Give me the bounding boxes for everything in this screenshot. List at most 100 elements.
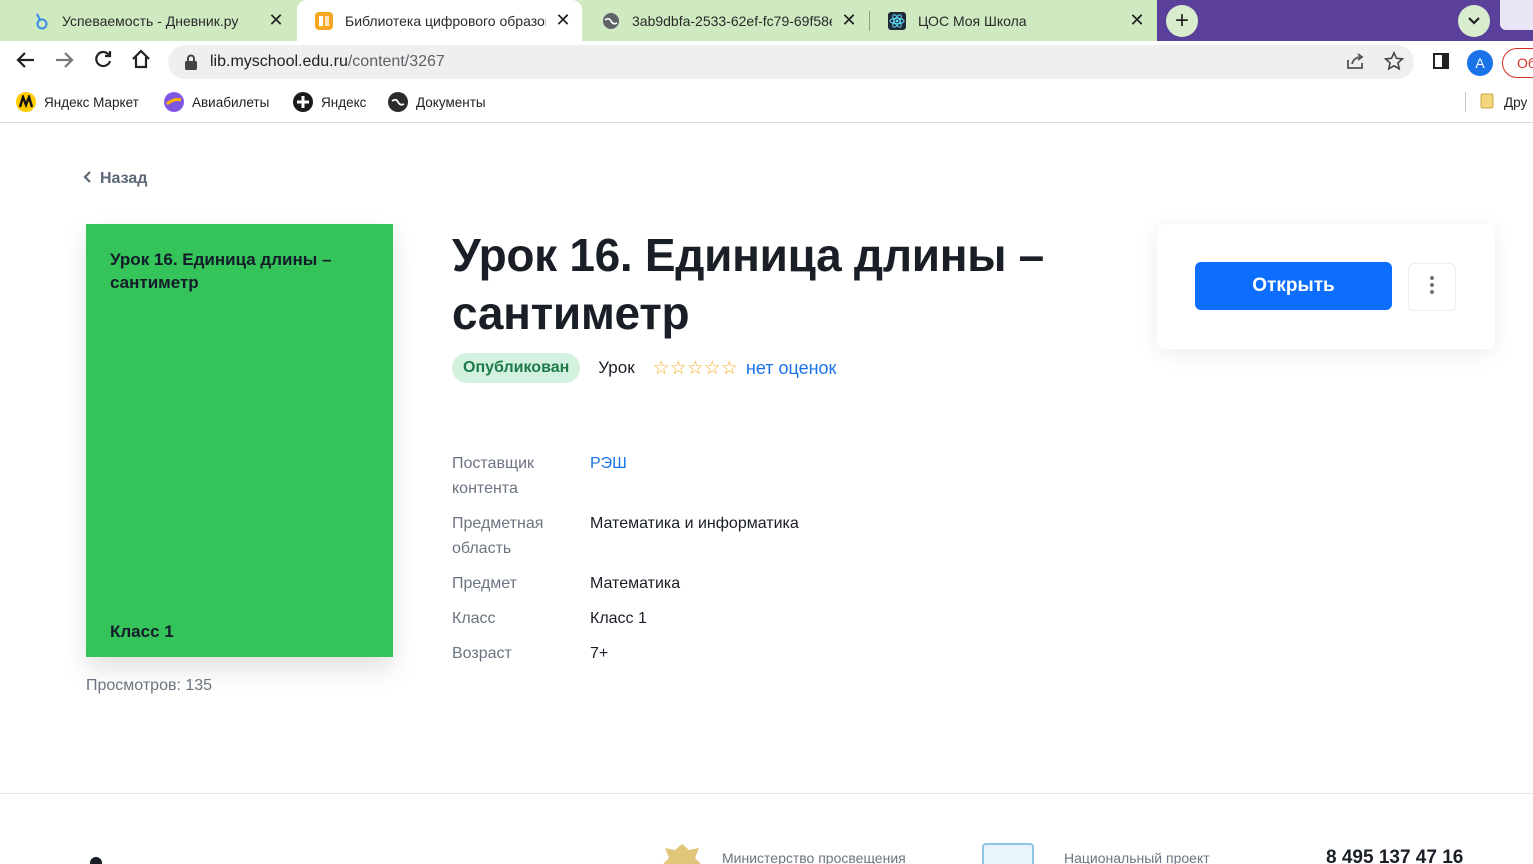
back-label: Назад xyxy=(100,169,148,187)
provider-link[interactable]: РЭШ xyxy=(590,451,972,501)
back-button[interactable] xyxy=(11,47,41,77)
info-label: Предметная область xyxy=(452,515,544,557)
tab-title: 3ab9dbfa-2533-62ef-fc79-69f58e xyxy=(632,12,832,29)
info-value: 7+ xyxy=(590,645,609,662)
globe-icon xyxy=(388,92,408,112)
info-label: Предмет xyxy=(452,575,517,592)
star-icon[interactable]: ☆ xyxy=(670,359,687,378)
close-icon[interactable]: ✕ xyxy=(1126,10,1148,32)
info-value: Класс 1 xyxy=(590,610,647,627)
yandex-market-icon xyxy=(16,92,36,112)
globe-icon xyxy=(602,12,620,30)
planet-icon xyxy=(164,92,184,112)
home-button[interactable] xyxy=(126,47,156,77)
views-count: Просмотров: 135 xyxy=(86,677,213,694)
footer-national-project[interactable]: Национальный проект xyxy=(1064,850,1210,864)
tab-uuid[interactable]: 3ab9dbfa-2533-62ef-fc79-69f58e ✕ xyxy=(584,0,868,41)
bookmark-label: Дру xyxy=(1504,94,1528,110)
more-options-button[interactable] xyxy=(1408,263,1456,311)
tab-strip: Успеваемость - Дневник.ру ✕ Библиотека ц… xyxy=(0,0,1533,41)
info-row-age: Возраст 7+ xyxy=(452,641,972,666)
bookmark-aviabilety[interactable]: Авиабилеты xyxy=(164,91,269,113)
bookmark-label: Документы xyxy=(416,94,486,110)
action-card: Открыть xyxy=(1157,224,1495,349)
info-label: Возраст xyxy=(452,645,512,662)
coat-of-arms-icon xyxy=(659,842,705,864)
cover-title: Урок 16. Единица длины – сантиметр xyxy=(110,250,332,292)
react-icon xyxy=(888,11,906,30)
chevron-left-icon xyxy=(82,168,92,189)
rating-link[interactable]: нет оценок xyxy=(746,358,837,379)
back-link[interactable]: Назад xyxy=(82,168,147,189)
profile-avatar[interactable]: A xyxy=(1467,50,1493,76)
folder-icon xyxy=(1480,93,1494,112)
star-bookmark-icon[interactable] xyxy=(1382,49,1406,73)
info-row-subject: Предмет Математика xyxy=(452,571,972,596)
lesson-cover: Урок 16. Единица длины – сантиметр Класс… xyxy=(86,224,393,657)
tab-title: Библиотека цифрового образов xyxy=(345,12,546,29)
side-panel-icon[interactable] xyxy=(1429,49,1453,73)
tab-title: ЦОС Моя Школа xyxy=(918,12,1027,29)
status-badge: Опубликован xyxy=(452,353,581,383)
tab-search-button[interactable] xyxy=(1458,5,1490,37)
lesson-meta: Опубликован Урок ☆ ☆ ☆ ☆ ☆ нет оценок xyxy=(452,353,836,383)
footer-logo[interactable] xyxy=(90,857,102,864)
star-icon[interactable]: ☆ xyxy=(653,359,670,378)
arrow-left-icon xyxy=(16,49,36,75)
lock-icon[interactable] xyxy=(184,54,198,70)
national-project-icon xyxy=(982,843,1034,864)
address-bar[interactable]: lib.myschool.edu.ru/content/3267 xyxy=(168,45,1414,79)
bookmark-label: Яндекс Маркет xyxy=(44,94,139,110)
window-controls[interactable] xyxy=(1500,0,1533,30)
bookmark-yandex-market[interactable]: Яндекс Маркет xyxy=(16,91,139,113)
kebab-menu-icon xyxy=(1429,275,1435,300)
tab-title: Успеваемость - Дневник.ру xyxy=(62,12,239,29)
chevron-down-icon xyxy=(1467,13,1481,29)
info-value: Математика и информатика xyxy=(590,515,799,532)
new-tab-button[interactable]: + xyxy=(1166,5,1198,37)
open-button[interactable]: Открыть xyxy=(1195,262,1392,310)
bookmark-yandex[interactable]: Яндекс xyxy=(293,91,366,113)
bookmark-documents[interactable]: Документы xyxy=(388,91,486,113)
close-icon[interactable]: ✕ xyxy=(552,10,574,32)
info-label: Класс xyxy=(452,610,496,627)
bookmarks-separator xyxy=(1465,92,1466,112)
info-row-subject-area: Предметная область Математика и информат… xyxy=(452,511,972,561)
reload-icon xyxy=(93,49,113,75)
info-value: Математика xyxy=(590,575,681,592)
info-table: Поставщик контента РЭШ Предметная област… xyxy=(452,451,972,676)
footer-phone[interactable]: 8 495 137 47 16 xyxy=(1326,847,1463,864)
url-text: lib.myschool.edu.ru/content/3267 xyxy=(210,53,445,71)
home-icon xyxy=(131,49,151,75)
star-icon[interactable]: ☆ xyxy=(687,359,704,378)
close-icon[interactable]: ✕ xyxy=(838,10,860,32)
forward-button[interactable] xyxy=(49,47,79,77)
info-row-grade: Класс Класс 1 xyxy=(452,606,972,631)
yandex-icon xyxy=(293,92,313,112)
info-row-provider: Поставщик контента РЭШ xyxy=(452,451,972,501)
browser-toolbar: lib.myschool.edu.ru/content/3267 A Об xyxy=(0,41,1533,83)
tab-dnevnik[interactable]: Успеваемость - Дневник.ру ✕ xyxy=(14,0,295,41)
close-icon[interactable]: ✕ xyxy=(265,10,287,32)
bookmark-label: Яндекс xyxy=(321,94,367,110)
url-host: lib.myschool.edu.ru xyxy=(210,53,348,70)
page-title: Урок 16. Единица длины – сантиметр xyxy=(452,229,1044,339)
content-type: Урок xyxy=(598,358,635,377)
dnevnik-icon xyxy=(32,12,50,30)
bookmarks-bar: Яндекс Маркет Авиабилеты Яндекс Документ… xyxy=(0,83,1533,123)
info-label: Поставщик контента xyxy=(452,455,535,497)
arrow-right-icon xyxy=(54,49,74,75)
rating-stars[interactable]: ☆ ☆ ☆ ☆ ☆ xyxy=(653,359,738,378)
tab-library[interactable]: Библиотека цифрового образов ✕ xyxy=(297,0,582,41)
share-icon[interactable] xyxy=(1344,49,1368,73)
url-path: /content/3267 xyxy=(347,53,445,70)
tab-myschool[interactable]: ЦОС Моя Школа ✕ xyxy=(870,0,1156,41)
bookmark-label: Авиабилеты xyxy=(192,94,270,110)
update-button[interactable]: Об xyxy=(1502,48,1533,78)
reload-button[interactable] xyxy=(88,47,118,77)
library-icon xyxy=(315,11,333,30)
other-bookmarks[interactable]: Дру xyxy=(1480,91,1527,113)
star-icon[interactable]: ☆ xyxy=(721,359,738,378)
footer-ministry[interactable]: Министерство просвещения xyxy=(722,850,906,864)
star-icon[interactable]: ☆ xyxy=(704,359,721,378)
